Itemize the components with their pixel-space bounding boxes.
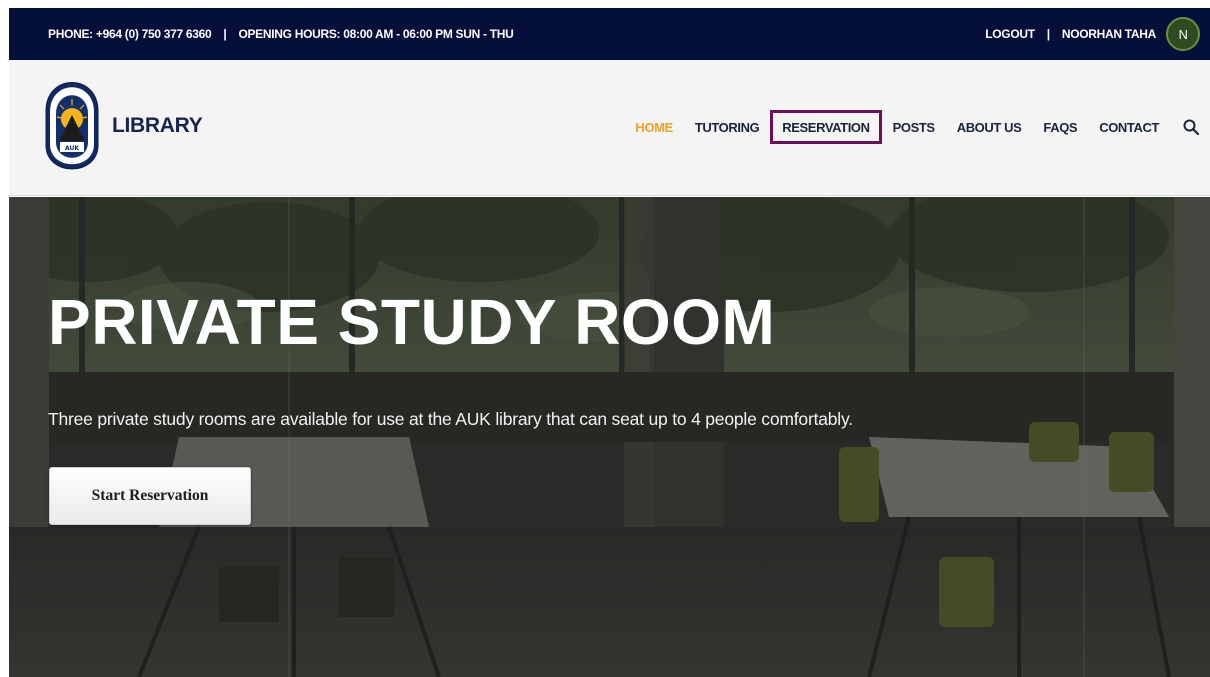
- hero-section: PRIVATE STUDY ROOM Three private study r…: [9, 197, 1210, 677]
- search-icon[interactable]: [1182, 118, 1200, 136]
- separator: |: [223, 27, 227, 41]
- library-brand-text[interactable]: LIBRARY: [112, 114, 203, 138]
- top-info-bar: PHONE: +964 (0) 750 377 6360 | OPENING H…: [9, 8, 1210, 60]
- nav-home[interactable]: HOME: [624, 110, 683, 144]
- phone-text: PHONE: +964 (0) 750 377 6360: [48, 27, 212, 41]
- separator: |: [1046, 27, 1050, 41]
- nav-contact[interactable]: CONTACT: [1088, 110, 1170, 144]
- nav-reservation[interactable]: RESERVATION: [770, 110, 882, 144]
- nav-tutoring[interactable]: TUTORING: [684, 110, 770, 144]
- start-reservation-button[interactable]: Start Reservation: [49, 467, 251, 525]
- hero-description: Three private study rooms are available …: [48, 409, 853, 429]
- university-seal-logo[interactable]: AUK: [44, 75, 100, 181]
- seal-mark-text: AUK: [65, 145, 79, 152]
- opening-hours-text: OPENING HOURS: 08:00 AM - 06:00 PM SUN -…: [238, 27, 514, 41]
- main-nav: HOME TUTORING RESERVATION POSTS ABOUT US…: [624, 104, 1200, 150]
- hero-title: PRIVATE STUDY ROOM: [48, 286, 776, 358]
- hero-overlay: [9, 197, 1210, 677]
- nav-posts[interactable]: POSTS: [882, 110, 946, 144]
- nav-about-us[interactable]: ABOUT US: [946, 110, 1033, 144]
- avatar[interactable]: N: [1166, 17, 1200, 51]
- nav-faqs[interactable]: FAQS: [1032, 110, 1088, 144]
- contact-info: PHONE: +964 (0) 750 377 6360 | OPENING H…: [48, 8, 514, 60]
- user-area: LOGOUT | NOORHAN TAHA N: [985, 8, 1200, 60]
- page-frame: PHONE: +964 (0) 750 377 6360 | OPENING H…: [9, 8, 1210, 677]
- site-header: AUK LIBRARY HOME TUTORING RESERVATION PO…: [9, 60, 1210, 196]
- logout-link[interactable]: LOGOUT: [985, 27, 1035, 41]
- user-name-link[interactable]: NOORHAN TAHA: [1062, 27, 1156, 41]
